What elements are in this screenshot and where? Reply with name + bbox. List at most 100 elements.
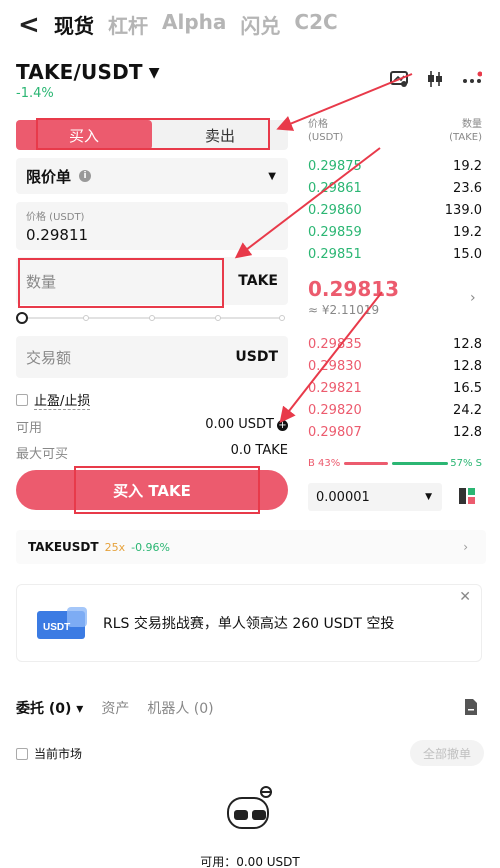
order-type-select[interactable]: 限价单 i ▼ bbox=[16, 158, 288, 194]
slider-step[interactable] bbox=[279, 315, 285, 321]
current-market-label: 当前市场 bbox=[34, 747, 83, 761]
slider-step[interactable] bbox=[83, 315, 89, 321]
ask-row[interactable]: 0.29859 19.2 bbox=[308, 222, 482, 242]
ask-row[interactable]: 0.29851 15.0 bbox=[308, 244, 482, 264]
buy-tab[interactable]: 买入 bbox=[16, 120, 152, 150]
current-market-checkbox[interactable] bbox=[16, 747, 28, 760]
bid-price: 0.29835 bbox=[308, 336, 362, 352]
max-buy-label: 最大可买 bbox=[16, 447, 69, 462]
buy-sell-ratio: B 43% 57% S bbox=[308, 458, 482, 470]
sell-tab[interactable]: 卖出 bbox=[152, 120, 288, 150]
tick-size-select[interactable]: 0.00001 ▼ bbox=[308, 483, 442, 511]
max-buy-value: 0.0 TAKE bbox=[230, 443, 288, 458]
amount-field[interactable]: 交易额 USDT bbox=[16, 336, 288, 378]
max-buy-row: 最大可买 0.0 TAKE bbox=[16, 443, 288, 462]
tab-spot[interactable]: 现货 bbox=[54, 10, 94, 39]
contract-ticker[interactable]: TAKEUSDT 25x -0.96% › bbox=[16, 530, 486, 564]
quantity-field[interactable]: 数量 TAKE bbox=[16, 257, 288, 305]
price-header: 价格 bbox=[308, 119, 328, 130]
add-funds-icon[interactable]: + bbox=[277, 420, 288, 431]
bid-row[interactable]: 0.29835 12.8 bbox=[308, 334, 482, 354]
ask-row[interactable]: 0.29875 19.2 bbox=[308, 156, 482, 176]
bid-price: 0.29821 bbox=[308, 380, 362, 396]
qty-unit: (TAKE) bbox=[449, 132, 482, 143]
sell-ratio-bar bbox=[392, 462, 448, 465]
promo-banner[interactable]: USDT RLS 交易挑战赛，单人领高达 260 USDT 空投 ✕ bbox=[16, 584, 482, 662]
close-icon[interactable]: ✕ bbox=[459, 589, 471, 605]
cancel-all-button[interactable]: 全部撤单 bbox=[410, 740, 484, 766]
bid-row[interactable]: 0.29830 12.8 bbox=[308, 356, 482, 376]
tab-margin[interactable]: 杠杆 bbox=[108, 10, 148, 39]
available-value: 0.00 USDT + bbox=[205, 417, 288, 432]
usdt-coupon-icon: USDT bbox=[37, 607, 89, 645]
bottom-available: 可用：0.00 USDT bbox=[200, 855, 300, 868]
ask-qty: 139.0 bbox=[444, 202, 482, 218]
chart-image-icon[interactable] bbox=[390, 71, 408, 87]
amount-placeholder: 交易额 bbox=[26, 348, 72, 367]
bid-row[interactable]: 0.29807 12.8 bbox=[308, 422, 482, 442]
slider-step[interactable] bbox=[215, 315, 221, 321]
document-icon[interactable] bbox=[464, 698, 478, 720]
quantity-placeholder: 数量 bbox=[26, 272, 57, 291]
ticker-change: -0.96% bbox=[131, 540, 171, 554]
bid-qty: 12.8 bbox=[453, 336, 482, 352]
slider-step[interactable] bbox=[149, 315, 155, 321]
ask-qty: 19.2 bbox=[453, 224, 482, 240]
ask-price: 0.29861 bbox=[308, 180, 362, 196]
chevron-right-icon: › bbox=[463, 540, 468, 554]
info-icon[interactable]: i bbox=[79, 170, 92, 182]
quantity-unit: TAKE bbox=[238, 273, 278, 289]
price-label: 价格 (USDT) bbox=[26, 212, 85, 223]
tab-entrust[interactable]: 委托 (0) ▾ bbox=[16, 698, 83, 718]
candlestick-icon[interactable] bbox=[426, 70, 444, 88]
ask-row[interactable]: 0.29861 23.6 bbox=[308, 178, 482, 198]
current-market-filter[interactable]: 当前市场 bbox=[16, 745, 82, 762]
bid-qty: 24.2 bbox=[453, 402, 482, 418]
tpsl-checkbox[interactable] bbox=[16, 394, 28, 406]
tab-robot[interactable]: 机器人 (0) bbox=[147, 698, 213, 718]
tab-c2c[interactable]: C2C bbox=[294, 10, 337, 39]
pair-change: -1.4% bbox=[16, 86, 54, 101]
chevron-down-icon: ▼ bbox=[268, 170, 276, 182]
ask-price: 0.29860 bbox=[308, 202, 362, 218]
chevron-down-icon: ▼ bbox=[148, 65, 160, 81]
buy-button[interactable]: 买入 TAKE bbox=[16, 470, 288, 510]
qty-header: 数量 bbox=[462, 119, 482, 130]
last-price: 0.29813 bbox=[308, 277, 400, 301]
tick-size-value: 0.00001 bbox=[316, 489, 370, 505]
ask-qty: 23.6 bbox=[453, 180, 482, 196]
chevron-right-icon[interactable]: › bbox=[470, 290, 476, 306]
bid-row[interactable]: 0.29820 24.2 bbox=[308, 400, 482, 420]
price-field[interactable]: 价格 (USDT) 0.29811 bbox=[16, 202, 288, 250]
ask-qty: 19.2 bbox=[453, 158, 482, 174]
chevron-down-icon: ▼ bbox=[425, 492, 432, 502]
amount-unit: USDT bbox=[235, 349, 278, 365]
ask-price: 0.29859 bbox=[308, 224, 362, 240]
bid-price: 0.29820 bbox=[308, 402, 362, 418]
percent-slider[interactable] bbox=[16, 312, 288, 324]
depth-layout-icon[interactable] bbox=[458, 487, 476, 509]
bid-qty: 12.8 bbox=[453, 358, 482, 374]
top-nav: < 现货 杠杆 Alpha 闪兑 C2C bbox=[0, 0, 500, 50]
orders-tabs: 委托 (0) ▾ 资产 机器人 (0) bbox=[16, 698, 214, 718]
slider-handle[interactable] bbox=[16, 312, 28, 324]
pair-selector[interactable]: TAKE/USDT ▼ bbox=[16, 60, 160, 84]
ask-row[interactable]: 0.29860 139.0 bbox=[308, 200, 482, 220]
tab-assets[interactable]: 资产 bbox=[101, 698, 129, 718]
available-label: 可用 bbox=[16, 421, 43, 436]
tab-alpha[interactable]: Alpha bbox=[162, 10, 226, 39]
price-value[interactable]: 0.29811 bbox=[26, 226, 278, 244]
tpsl-label: 止盈/止损 bbox=[34, 390, 91, 410]
bid-price: 0.29830 bbox=[308, 358, 362, 374]
back-arrow-icon[interactable]: < bbox=[18, 10, 40, 40]
tpsl-toggle[interactable]: 止盈/止损 bbox=[16, 390, 91, 410]
price-unit: (USDT) bbox=[308, 132, 344, 143]
more-icon[interactable] bbox=[462, 71, 482, 87]
ask-price: 0.29851 bbox=[308, 246, 362, 262]
available-row: 可用 0.00 USDT + bbox=[16, 417, 288, 436]
bid-row[interactable]: 0.29821 16.5 bbox=[308, 378, 482, 398]
tab-convert[interactable]: 闪兑 bbox=[240, 10, 280, 39]
pair-name: TAKE/USDT bbox=[16, 60, 143, 84]
tab-entrust-label: 委托 (0) bbox=[16, 701, 72, 717]
bid-price: 0.29807 bbox=[308, 424, 362, 440]
